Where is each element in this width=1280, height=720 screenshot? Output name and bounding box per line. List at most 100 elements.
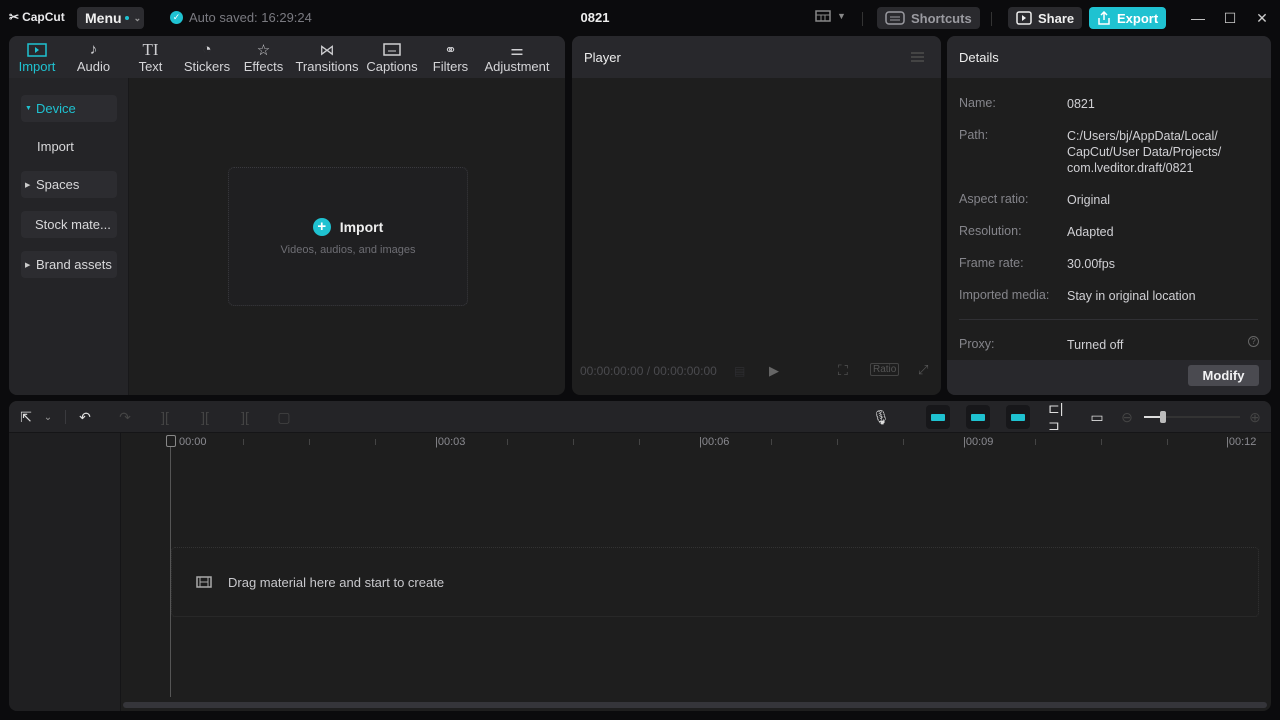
detail-imported-media: Imported media: Stay in original location bbox=[959, 288, 1196, 303]
capcut-logo: ✂ CapCut bbox=[9, 10, 65, 24]
stickers-icon: ◔ bbox=[202, 41, 212, 58]
player-panel: Player 00:00:00:00 / 00:00:00:00 ▤ ▶ ⛶ R… bbox=[572, 36, 941, 395]
captions-icon bbox=[383, 40, 401, 59]
audio-icon: ♪ bbox=[89, 41, 98, 58]
tab-stickers[interactable]: ◔ Stickers bbox=[179, 36, 235, 78]
detail-path: Path: C:/Users/bj/AppData/Local/ CapCut/U… bbox=[959, 128, 1222, 175]
undo-icon[interactable]: ↶ bbox=[76, 409, 94, 425]
project-title: 0821 bbox=[580, 10, 610, 25]
sidebar-item-stock-material[interactable]: Stock mate... bbox=[21, 211, 117, 238]
chevron-down-icon[interactable]: ⌄ bbox=[39, 409, 57, 425]
track-header bbox=[9, 433, 121, 711]
tab-adjustment[interactable]: ⚌ Adjustment bbox=[479, 36, 555, 78]
delete-right-icon[interactable]: ][ bbox=[236, 409, 254, 425]
select-cursor-icon[interactable]: ⇱ bbox=[17, 409, 35, 425]
autosave-status: ✓ Auto saved: 16:29:24 bbox=[170, 10, 312, 25]
detail-resolution: Resolution: Adapted bbox=[959, 224, 1114, 239]
sidebar-item-import[interactable]: Import bbox=[21, 133, 117, 160]
media-sidebar: ▼ Device Import ▶ Spaces Stock mate... ▶ Br… bbox=[9, 78, 129, 395]
modify-button[interactable]: Modify bbox=[1188, 365, 1259, 386]
tab-text[interactable]: TI Text bbox=[122, 36, 179, 78]
magnet-icon bbox=[931, 413, 945, 421]
zoom-in-icon[interactable]: ⊕ bbox=[1246, 409, 1264, 425]
timeline-toolbar: ⇱ ⌄ ↶ ↷ ][ ][ ][ ▢ 🎙 ⊏|⊐ ▭ ⊖ ⊕ bbox=[9, 401, 1271, 433]
microphone-icon[interactable]: 🎙 bbox=[872, 409, 890, 425]
ruler-tick bbox=[639, 439, 640, 445]
timeline-ruler[interactable]: 00:00 |00:03 |00:06 |00:09 |00:12 bbox=[121, 433, 1271, 453]
ruler-tick bbox=[375, 439, 376, 445]
transitions-icon: ⋈ bbox=[319, 41, 335, 59]
main-track-magnet-toggle[interactable] bbox=[926, 405, 950, 429]
ruler-label: |00:09 bbox=[963, 436, 994, 448]
horizontal-scrollbar[interactable] bbox=[123, 702, 1267, 708]
zoom-to-fit-icon[interactable]: ▭ bbox=[1088, 409, 1106, 425]
share-button[interactable]: Share bbox=[1008, 7, 1083, 29]
export-button[interactable]: Export bbox=[1089, 7, 1167, 29]
ruler-tick bbox=[837, 439, 838, 445]
divider bbox=[862, 12, 863, 26]
menu-button[interactable]: Menu ⌄ bbox=[77, 7, 144, 29]
timeline-zoom-slider[interactable] bbox=[1144, 411, 1240, 423]
link-icon bbox=[1011, 413, 1025, 421]
media-panel: Import ♪ Audio TI Text ◔ Stickers ☆ Effects … bbox=[9, 36, 565, 395]
grid-icon[interactable]: ▤ bbox=[734, 364, 745, 378]
tab-audio[interactable]: ♪ Audio bbox=[65, 36, 122, 78]
film-icon bbox=[196, 576, 212, 588]
tab-filters[interactable]: ⚭ Filters bbox=[422, 36, 479, 78]
chevron-down-icon: ▼ bbox=[837, 11, 846, 21]
layout-button[interactable]: ▼ bbox=[815, 10, 846, 22]
snap-icon bbox=[971, 413, 985, 421]
adjustment-icon: ⚌ bbox=[510, 41, 524, 59]
ruler-label: |00:03 bbox=[435, 436, 466, 448]
ruler-tick bbox=[1035, 439, 1036, 445]
caret-right-icon: ▶ bbox=[25, 261, 31, 269]
delete-icon[interactable]: ▢ bbox=[275, 409, 293, 425]
ruler-tick bbox=[507, 439, 508, 445]
import-dropzone[interactable]: + Import Videos, audios, and images bbox=[228, 167, 468, 306]
delete-left-icon[interactable]: ][ bbox=[196, 409, 214, 425]
slider-knob[interactable] bbox=[1160, 411, 1167, 423]
zoom-fit-icon[interactable]: ⛶ bbox=[838, 362, 848, 379]
ruler-label: |00:06 bbox=[699, 436, 730, 448]
close-button[interactable]: ✕ bbox=[1252, 8, 1272, 28]
chevron-down-icon: ⌄ bbox=[133, 12, 142, 23]
ruler-tick bbox=[309, 439, 310, 445]
linkage-toggle[interactable] bbox=[1006, 405, 1030, 429]
timeline-drop-zone[interactable]: Drag material here and start to create bbox=[171, 547, 1259, 617]
sidebar-item-brand-assets[interactable]: ▶ Brand assets bbox=[21, 251, 117, 278]
ruler-label: 00:00 bbox=[179, 436, 207, 448]
help-icon[interactable]: ? bbox=[1248, 336, 1259, 347]
import-label: Import bbox=[339, 218, 384, 235]
auto-snap-toggle[interactable] bbox=[966, 405, 990, 429]
tab-import[interactable]: Import bbox=[9, 36, 65, 78]
split-icon[interactable]: ][ bbox=[156, 409, 174, 425]
minimize-button[interactable]: — bbox=[1188, 8, 1208, 28]
preview-axis-icon[interactable]: ⊏|⊐ bbox=[1048, 401, 1066, 433]
ratio-button[interactable]: Ratio bbox=[870, 363, 900, 376]
ruler-tick bbox=[771, 439, 772, 445]
menu-icon[interactable] bbox=[911, 52, 924, 62]
fullscreen-icon[interactable]: ⤢ bbox=[918, 362, 928, 378]
tab-effects[interactable]: ☆ Effects bbox=[235, 36, 292, 78]
maximize-button[interactable]: ☐ bbox=[1220, 8, 1240, 28]
caret-down-icon: ▼ bbox=[25, 105, 32, 112]
zoom-out-icon[interactable]: ⊖ bbox=[1118, 409, 1136, 425]
play-icon[interactable]: ▶ bbox=[769, 363, 779, 379]
sidebar-item-device[interactable]: ▼ Device bbox=[21, 95, 117, 122]
ruler-tick bbox=[1167, 439, 1168, 445]
plus-icon: + bbox=[312, 217, 331, 236]
sidebar-item-spaces[interactable]: ▶ Spaces bbox=[21, 171, 117, 198]
shortcuts-button[interactable]: Shortcuts bbox=[877, 7, 980, 29]
detail-name: Name: 0821 bbox=[959, 96, 1095, 111]
drop-hint: Drag material here and start to create bbox=[228, 574, 445, 590]
detail-proxy: Proxy: Turned off bbox=[959, 337, 1124, 352]
tab-transitions[interactable]: ⋈ Transitions bbox=[292, 36, 362, 78]
timecode: 00:00:00:00 / 00:00:00:00 bbox=[580, 364, 717, 378]
divider bbox=[65, 410, 66, 424]
capcut-logo-icon: ✂ bbox=[9, 10, 20, 24]
redo-icon[interactable]: ↷ bbox=[116, 409, 134, 425]
media-tabs: Import ♪ Audio TI Text ◔ Stickers ☆ Effects … bbox=[9, 36, 565, 78]
ruler-label: |00:12 bbox=[1226, 436, 1257, 448]
import-subtitle: Videos, audios, and images bbox=[280, 243, 416, 256]
tab-captions[interactable]: Captions bbox=[362, 36, 422, 78]
